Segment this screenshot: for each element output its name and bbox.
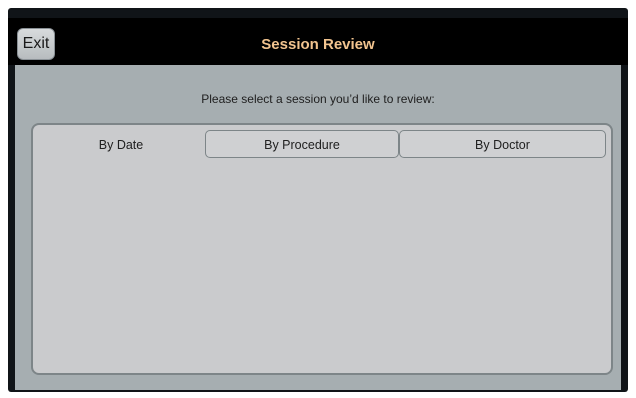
tab-by-date[interactable]: By Date: [39, 130, 203, 158]
session-panel: By Date By Procedure By Doctor: [31, 123, 613, 375]
tab-by-doctor[interactable]: By Doctor: [399, 130, 606, 158]
title-bar: Exit Session Review: [8, 18, 628, 65]
page-title: Session Review: [261, 36, 375, 53]
selection-prompt: Please select a session you’d like to re…: [201, 92, 435, 106]
main-content: Please select a session you’d like to re…: [15, 65, 621, 390]
tab-by-procedure[interactable]: By Procedure: [205, 130, 399, 158]
